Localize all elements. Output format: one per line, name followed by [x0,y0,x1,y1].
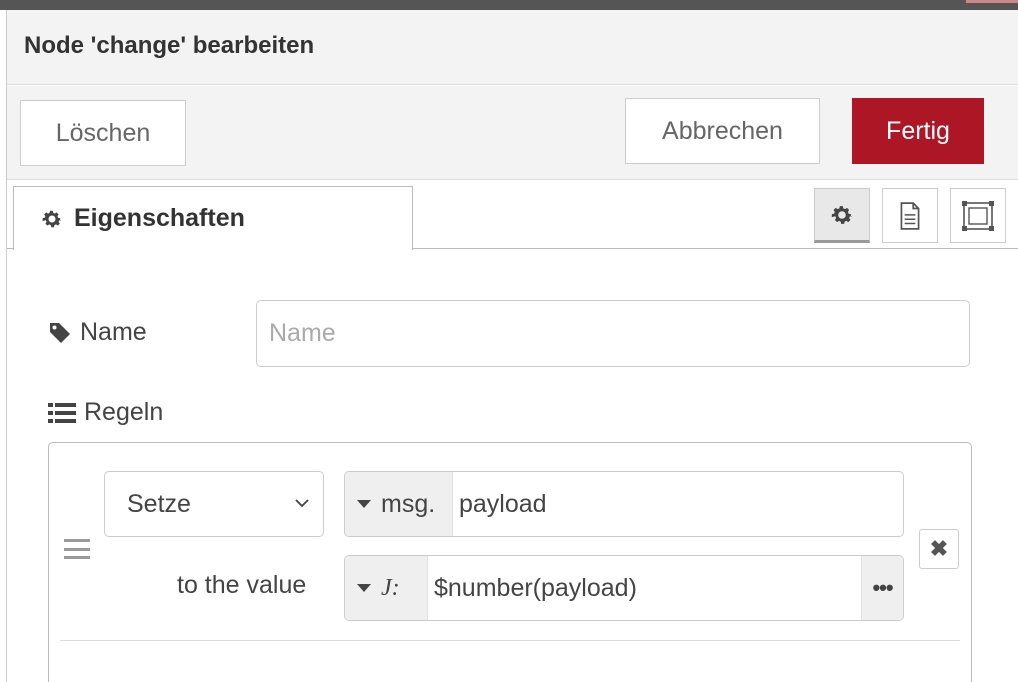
target-type-label: msg. [381,489,436,518]
gear-icon [831,205,853,224]
window-top-bar [0,0,1018,10]
rule-divider [60,640,960,641]
delete-button[interactable]: Löschen [20,100,186,166]
chevron-down-icon [295,499,309,508]
description-tab-button[interactable] [882,188,938,243]
value-type-button[interactable]: J: [345,556,428,620]
rules-label: Regeln [84,398,164,426]
tab-properties-label: Eigenschaften [74,204,245,232]
rules-list: Setze msg. payload to the value J: $numb… [48,442,972,682]
target-type-button[interactable]: msg. [345,472,453,536]
value-expression: $number(payload) [434,573,637,602]
list-icon [48,402,76,423]
expand-expression-button[interactable]: ••• [861,556,903,620]
frame-icon [962,200,994,231]
name-row-label: Name [48,318,147,347]
done-button[interactable]: Fertig [852,98,984,164]
rules-row-label: Regeln [48,398,163,427]
rule-action-select[interactable]: Setze [104,471,324,537]
name-input[interactable] [256,300,970,367]
tray-toolbar: Löschen Abbrechen Fertig [7,86,1018,180]
rule-action-value: Setze [127,489,191,518]
tab-bar: Eigenschaften [7,181,1018,250]
to-the-value-label: to the value [177,571,307,599]
document-icon [900,201,920,230]
caret-down-icon [357,584,371,592]
gear-icon [42,210,62,227]
drag-handle-icon[interactable] [64,539,90,559]
edit-tray: Node 'change' bearbeiten Löschen Abbrech… [6,10,1018,682]
dialog-title: Node 'change' bearbeiten [24,32,315,59]
tab-properties[interactable]: Eigenschaften [13,186,413,250]
tag-icon [50,322,70,343]
tray-header: Node 'change' bearbeiten [7,10,1018,85]
jsonata-icon: J: [381,574,400,601]
remove-rule-button[interactable]: ✖ [919,529,959,569]
window-top-accent [966,0,1018,3]
cancel-button[interactable]: Abbrechen [625,98,820,164]
node-properties-tab-button[interactable] [814,188,870,243]
rule-target-input[interactable]: msg. payload [344,471,904,537]
caret-down-icon [357,500,371,508]
name-label: Name [80,318,147,346]
target-value: payload [459,489,547,518]
rule-value-input[interactable]: J: $number(payload) ••• [344,555,904,621]
appearance-tab-button[interactable] [950,188,1006,243]
